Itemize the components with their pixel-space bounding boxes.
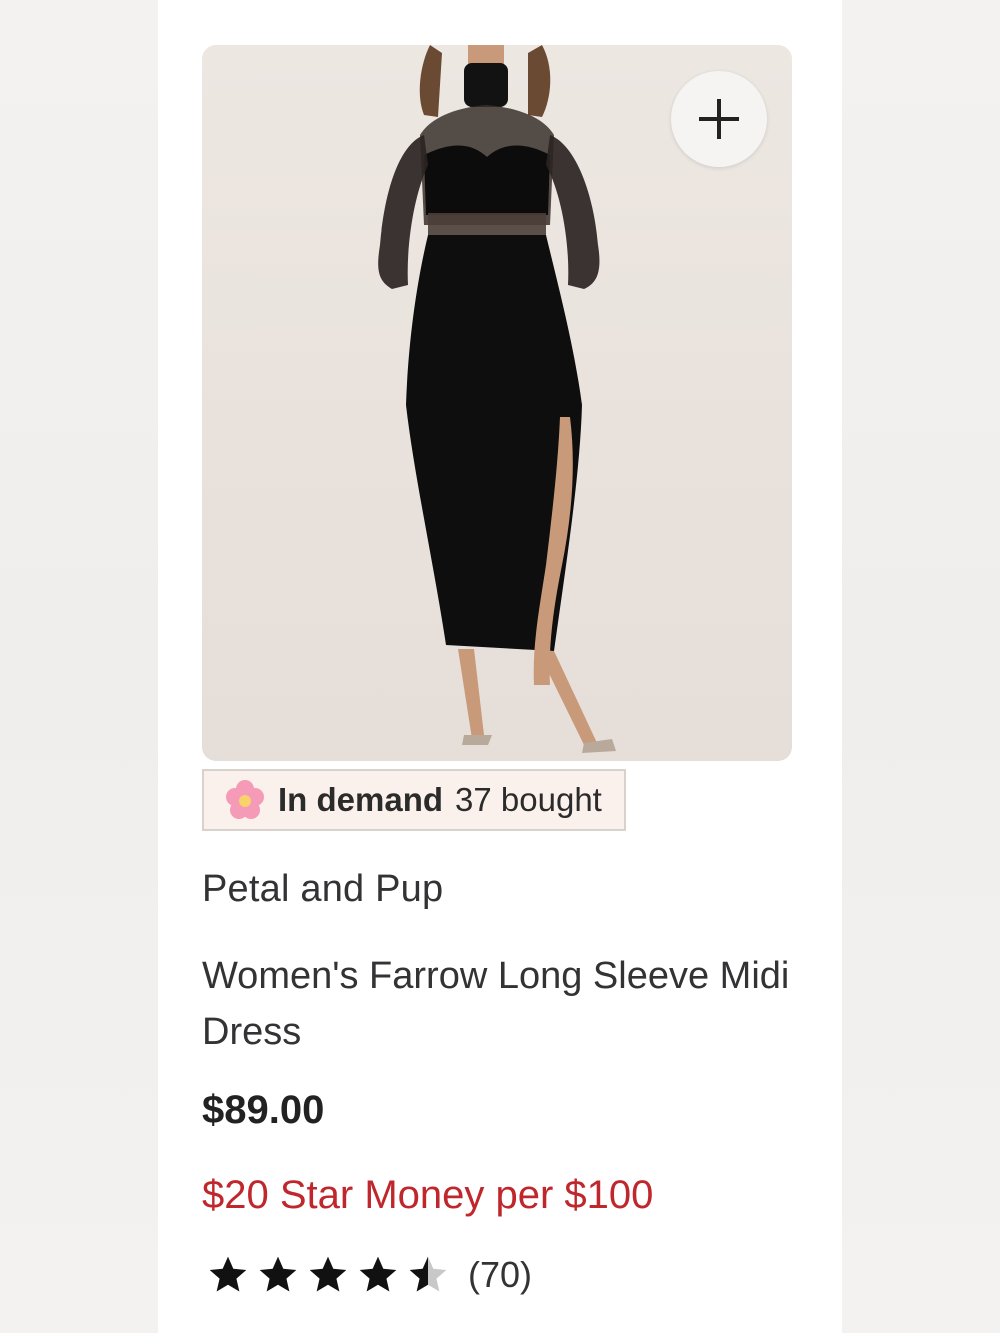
star-icon: [309, 1256, 347, 1292]
rating[interactable]: (70): [206, 1253, 532, 1297]
flower-icon: [226, 780, 264, 819]
page-background-left: [0, 0, 158, 1333]
promo-text: $20 Star Money per $100: [202, 1173, 654, 1217]
rating-count[interactable]: (70): [468, 1254, 532, 1296]
badge-label: In demand: [278, 781, 444, 818]
star-icon: [209, 1256, 247, 1292]
badge-count: 37 bought: [455, 781, 602, 818]
half-star-icon: [409, 1256, 447, 1292]
brand-name[interactable]: Petal and Pup: [202, 868, 443, 911]
star-icon: [259, 1256, 297, 1292]
in-demand-badge: In demand 37 bought: [202, 769, 626, 831]
product-card[interactable]: In demand 37 bought Petal and Pup Women'…: [158, 0, 842, 1333]
product-image[interactable]: [202, 45, 792, 761]
product-title[interactable]: Women's Farrow Long Sleeve Midi Dress: [202, 948, 802, 1060]
plus-icon: [699, 99, 739, 139]
star-icon: [359, 1256, 397, 1292]
page-background-right: [842, 0, 1000, 1333]
add-to-list-button[interactable]: [671, 71, 767, 167]
product-price: $89.00: [202, 1088, 325, 1132]
